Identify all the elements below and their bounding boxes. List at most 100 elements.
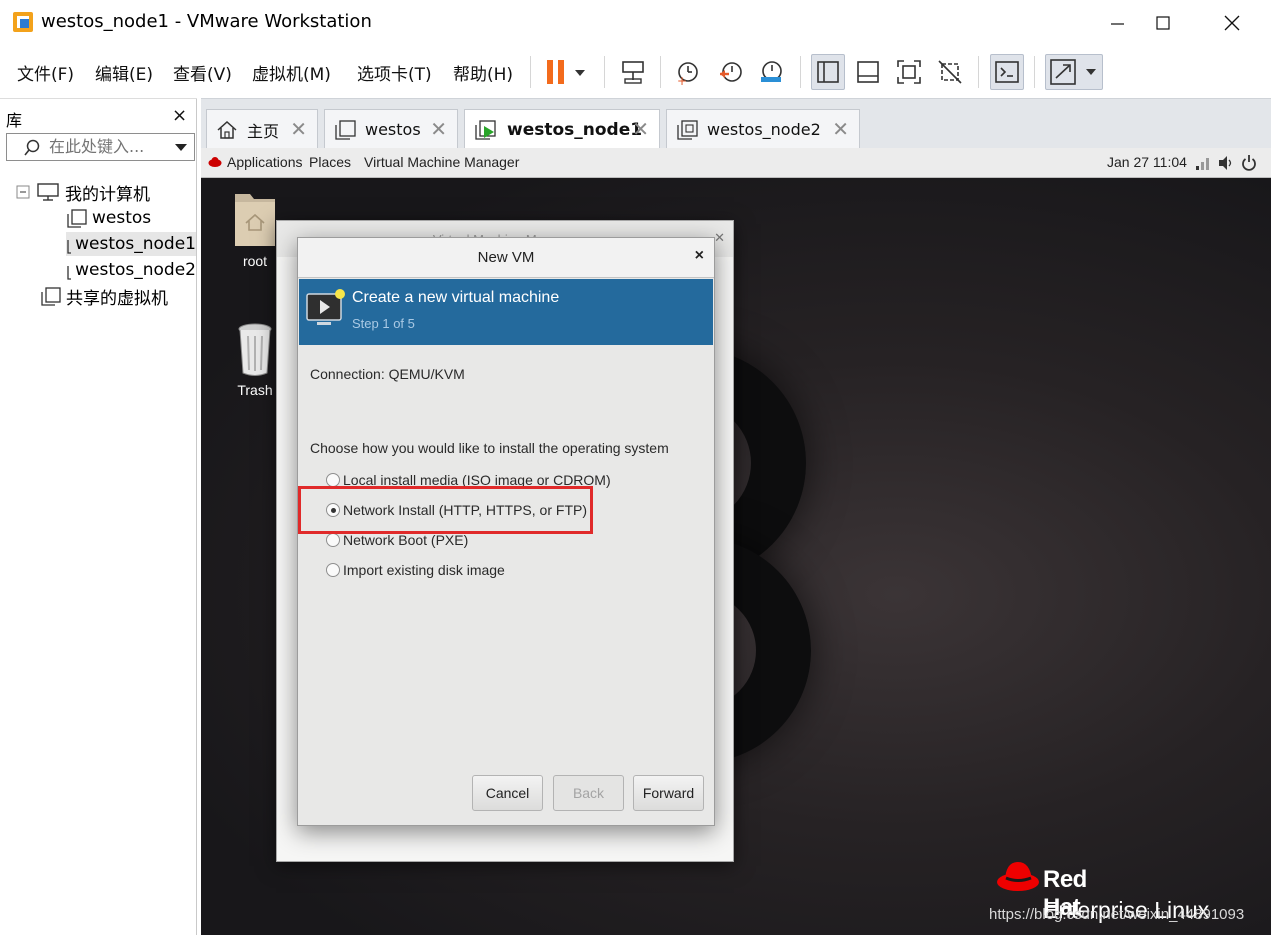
tab-close-icon[interactable]: ✕: [290, 117, 307, 141]
close-icon: [1224, 15, 1240, 31]
revert-snapshot-button[interactable]: [716, 56, 746, 88]
tab-westos-node2[interactable]: westos_node2 ✕: [666, 109, 860, 149]
collapse-toggle-icon[interactable]: [16, 185, 30, 199]
library-search-box[interactable]: [6, 133, 195, 161]
maximize-button[interactable]: [1140, 6, 1186, 40]
menu-bar: 文件(F) 编辑(E) 查看(V) 虚拟机(M) 选项卡(T) 帮助(H) +: [0, 44, 1271, 98]
volume-icon[interactable]: [1217, 155, 1233, 171]
snapshot-icon: +: [677, 62, 698, 86]
menu-vm[interactable]: 虚拟机(M): [252, 60, 331, 85]
show-thumbnail-bar-button[interactable]: [853, 56, 883, 88]
places-menu[interactable]: Places: [309, 154, 351, 170]
close-window-button[interactable]: [1209, 6, 1255, 40]
vm-running-icon: [475, 120, 496, 140]
tree-item-westos-node2[interactable]: westos_node2: [66, 258, 196, 282]
library-search-input[interactable]: [49, 137, 169, 156]
tab-home[interactable]: 主页 ✕: [206, 109, 318, 149]
stretch-guest-button[interactable]: [1045, 54, 1103, 90]
unity-icon: [938, 60, 962, 84]
tab-close-icon[interactable]: ✕: [632, 117, 649, 141]
install-question: Choose how you would like to install the…: [310, 440, 669, 456]
stretch-icon: [1050, 59, 1096, 85]
radio-label: Import existing disk image: [343, 562, 505, 578]
library-view-icon: [817, 61, 839, 83]
revert-snapshot-icon: [720, 62, 742, 82]
power-icon[interactable]: [1241, 154, 1257, 171]
take-snapshot-button[interactable]: +: [673, 56, 703, 88]
pause-icon: [547, 60, 585, 84]
svg-text:+: +: [677, 74, 687, 86]
radio-label: Network Boot (PXE): [343, 532, 469, 548]
vm-icon: [335, 119, 356, 140]
console-icon: [995, 61, 1019, 83]
library-header: 库 ×: [0, 98, 197, 132]
tree-shared-vms[interactable]: 共享的虚拟机: [40, 284, 196, 308]
tab-westos-node1[interactable]: westos_node1 ✕: [464, 109, 660, 150]
tab-label: westos_node2: [707, 120, 821, 139]
dropdown-arrow-icon[interactable]: [174, 143, 188, 153]
dialog-close-button[interactable]: ×: [695, 247, 704, 265]
radio-button[interactable]: [326, 533, 340, 547]
dialog-header-title: Create a new virtual machine: [352, 289, 560, 306]
vm-icon: [67, 209, 87, 228]
unity-mode-button[interactable]: [935, 56, 965, 88]
toolbar-separator: [604, 56, 605, 88]
tab-close-icon[interactable]: ✕: [430, 117, 447, 141]
tree-item-westos[interactable]: westos: [66, 206, 196, 230]
snapshot-manager-button[interactable]: [756, 56, 786, 88]
radio-import-disk[interactable]: Import existing disk image: [326, 560, 505, 580]
title-bar: westos_node1 - VMware Workstation: [0, 0, 1271, 44]
menu-file[interactable]: 文件(F): [17, 60, 74, 85]
back-button[interactable]: Back: [553, 775, 624, 811]
library-panel: 库 × 我的计算机 westos westos_node1: [0, 98, 197, 935]
menu-view[interactable]: 查看(V): [173, 60, 232, 85]
cancel-button[interactable]: Cancel: [472, 775, 543, 811]
maximize-icon: [1156, 16, 1170, 30]
network-icon[interactable]: [1194, 155, 1212, 171]
forward-button[interactable]: Forward: [633, 775, 704, 811]
clock[interactable]: Jan 27 11:04: [1107, 154, 1187, 170]
connection-label: Connection: QEMU/KVM: [310, 366, 465, 382]
redhat-hat-icon: [997, 862, 1039, 891]
tree-label: 我的计算机: [65, 184, 150, 205]
tab-close-icon[interactable]: ✕: [832, 117, 849, 141]
tab-label: 主页: [247, 121, 280, 141]
vm-running-icon: [67, 240, 72, 254]
radio-button[interactable]: [326, 563, 340, 577]
send-ctrl-alt-del-button[interactable]: [618, 56, 648, 88]
vmm-menu[interactable]: Virtual Machine Manager: [364, 154, 519, 170]
redhat-menu-icon: [208, 157, 222, 167]
tree-label: westos_node2: [75, 260, 196, 280]
console-view-button[interactable]: [990, 54, 1024, 90]
tree-label: westos_node1: [75, 234, 196, 254]
full-screen-button[interactable]: [894, 56, 924, 88]
toolbar-separator: [1034, 56, 1035, 88]
shared-vm-icon: [41, 287, 61, 306]
menu-tabs[interactable]: 选项卡(T): [357, 60, 432, 85]
vmware-app-icon: [13, 12, 33, 32]
folder-home-icon: [235, 194, 275, 246]
tab-westos[interactable]: westos ✕: [324, 109, 458, 149]
tree-label: westos: [92, 208, 152, 228]
full-screen-icon: [897, 60, 921, 84]
tree-item-westos-node1[interactable]: westos_node1: [66, 232, 196, 256]
pause-button[interactable]: [541, 56, 591, 88]
minimize-button[interactable]: [1094, 6, 1140, 40]
library-close-button[interactable]: ×: [172, 105, 187, 126]
dialog-header-banner: Create a new virtual machine Step 1 of 5: [299, 279, 713, 345]
applications-menu[interactable]: Applications: [227, 154, 303, 170]
redhat-logo: Red Hat Enterprise Linux: [996, 856, 1209, 923]
show-library-button[interactable]: [811, 54, 845, 90]
tree-my-computer[interactable]: 我的计算机: [16, 180, 196, 204]
menu-help[interactable]: 帮助(H): [453, 60, 513, 85]
vm-icon: [67, 266, 72, 280]
vmm-window-close-icon[interactable]: ✕: [714, 231, 725, 246]
minimize-icon: [1111, 23, 1124, 25]
vm-icon: [677, 119, 698, 140]
toolbar-separator: [530, 56, 531, 88]
guest-console[interactable]: Applications Places Virtual Machine Mana…: [201, 148, 1271, 935]
menu-edit[interactable]: 编辑(E): [95, 60, 153, 85]
home-icon: [217, 120, 237, 139]
radio-button[interactable]: [326, 473, 340, 487]
new-vm-wizard-icon: [306, 289, 345, 325]
